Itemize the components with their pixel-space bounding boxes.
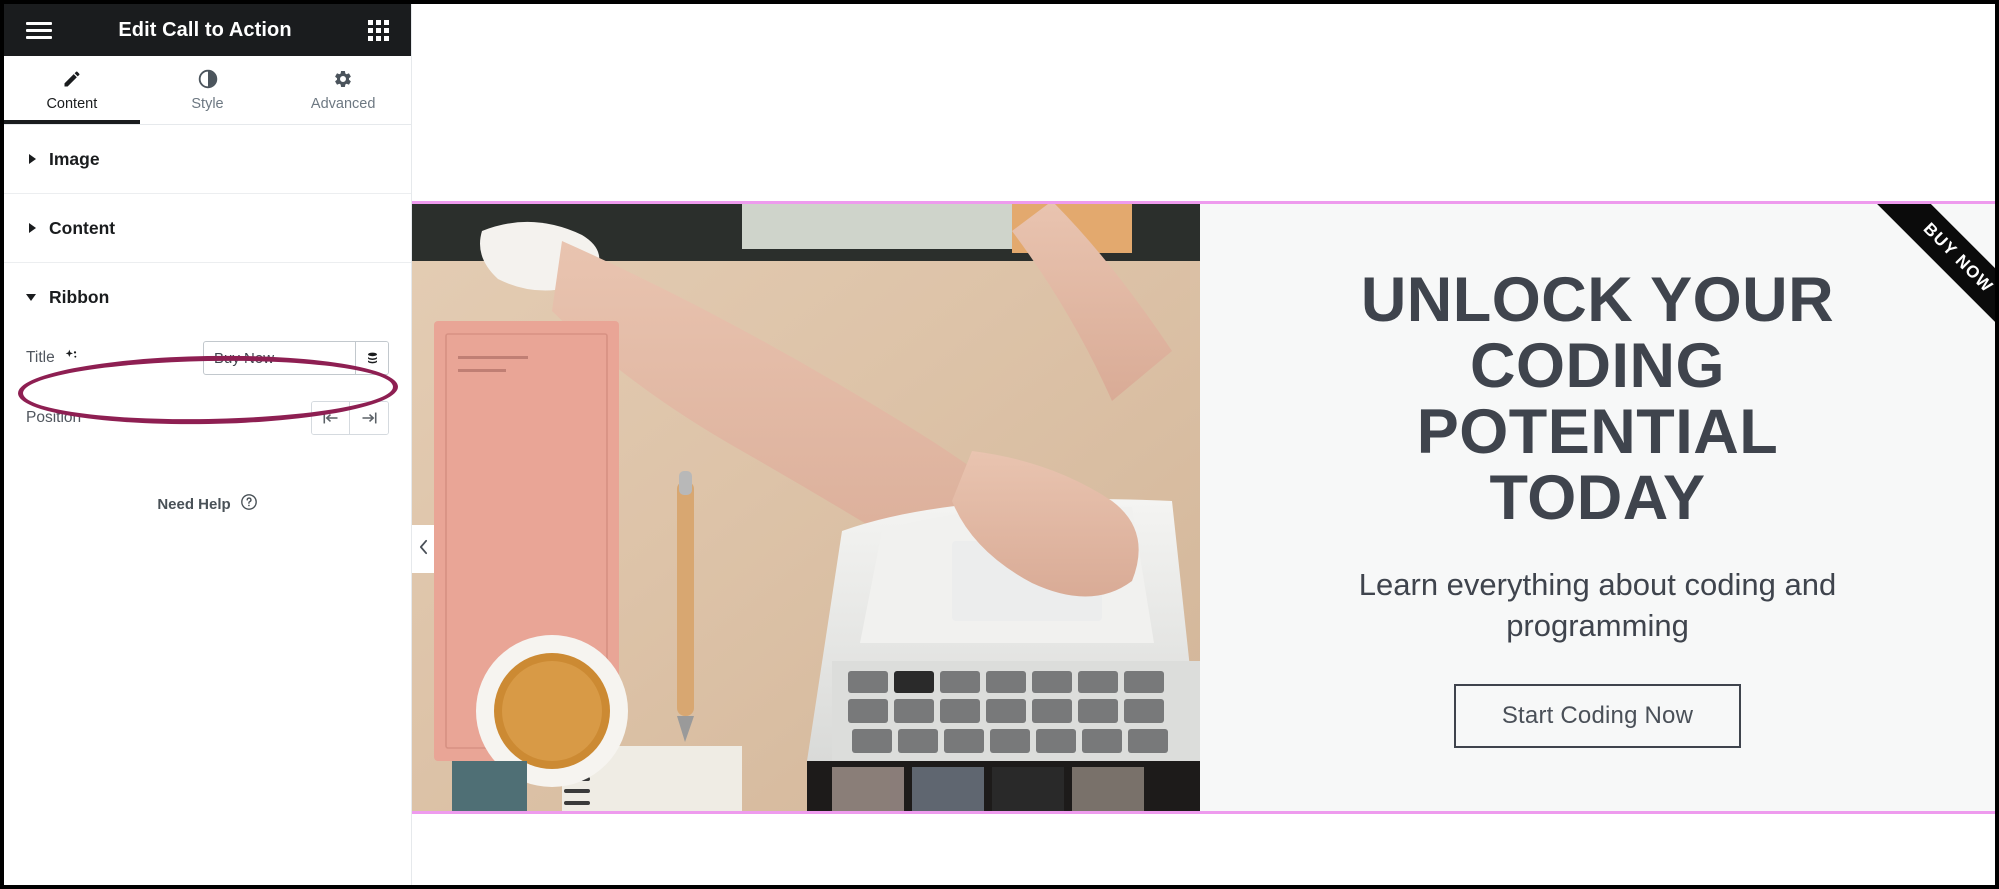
chevron-right-icon — [29, 154, 36, 164]
canvas-blank-top — [412, 4, 1995, 201]
section-image-label: Image — [49, 148, 100, 169]
tab-content-label: Content — [46, 95, 98, 112]
chevron-left-icon — [418, 539, 429, 560]
control-row-title: Title — [26, 335, 389, 381]
section-content-header[interactable]: Content — [26, 194, 389, 262]
gear-icon — [333, 69, 353, 89]
align-right-icon[interactable] — [350, 402, 388, 434]
chevron-down-icon — [26, 293, 36, 301]
title-label-group: Title — [26, 348, 203, 369]
section-image: Image — [4, 125, 411, 194]
hands-typing-on-laptop-photo — [412, 204, 1200, 811]
panel-tabs: Content Style Advanced — [4, 56, 411, 125]
database-stack-icon[interactable] — [355, 342, 388, 374]
need-help-link[interactable]: Need Help — [26, 493, 389, 515]
section-ribbon-header[interactable]: Ribbon — [26, 263, 389, 331]
question-circle-icon — [240, 493, 258, 515]
tab-content[interactable]: Content — [4, 56, 140, 124]
tab-advanced-label: Advanced — [310, 95, 376, 112]
cta-image — [412, 204, 1200, 811]
sparkle-ai-icon[interactable] — [63, 348, 79, 369]
editor-panel: Edit Call to Action Content Style Advanc… — [4, 4, 412, 885]
ribbon-controls: Title Buy Now Position Need Help — [4, 331, 411, 537]
section-ribbon-label: Ribbon — [49, 286, 110, 307]
control-row-position: Position — [26, 395, 389, 441]
section-content: Content — [4, 194, 411, 263]
call-to-action-widget[interactable]: Unlock Your Coding Potential Today Learn… — [412, 201, 1995, 814]
elementor-editor-window: Edit Call to Action Content Style Advanc… — [0, 0, 1999, 889]
panel-header: Edit Call to Action — [4, 4, 411, 56]
section-content-label: Content — [49, 217, 116, 238]
cta-content: Unlock Your Coding Potential Today Learn… — [1200, 204, 1995, 811]
tab-advanced[interactable]: Advanced — [275, 56, 411, 124]
canvas-blank-bottom — [412, 814, 1995, 885]
grid-apps-icon[interactable] — [368, 19, 389, 41]
align-left-icon[interactable] — [312, 402, 350, 434]
preview-canvas: Unlock Your Coding Potential Today Learn… — [412, 4, 1995, 885]
title-input-wrap — [203, 341, 389, 375]
tab-style-label: Style — [191, 95, 224, 112]
title-label: Title — [26, 349, 55, 366]
cta-button[interactable]: Start Coding Now — [1453, 684, 1742, 749]
section-ribbon: Ribbon — [4, 263, 411, 331]
contrast-half-circle-icon — [198, 69, 218, 89]
cta-title: Unlock Your Coding Potential Today — [1360, 264, 1835, 534]
panel-collapse-handle[interactable] — [412, 525, 434, 573]
title-input[interactable] — [204, 342, 355, 374]
tab-style[interactable]: Style — [140, 56, 276, 124]
need-help-label: Need Help — [157, 495, 231, 513]
cta-description: Learn everything about coding and progra… — [1358, 567, 1837, 643]
position-label: Position — [26, 409, 82, 426]
pencil-icon — [62, 69, 82, 89]
chevron-right-icon — [29, 223, 36, 233]
section-image-header[interactable]: Image — [26, 125, 389, 193]
page-title: Edit Call to Action — [118, 18, 292, 41]
position-choices — [311, 401, 389, 435]
